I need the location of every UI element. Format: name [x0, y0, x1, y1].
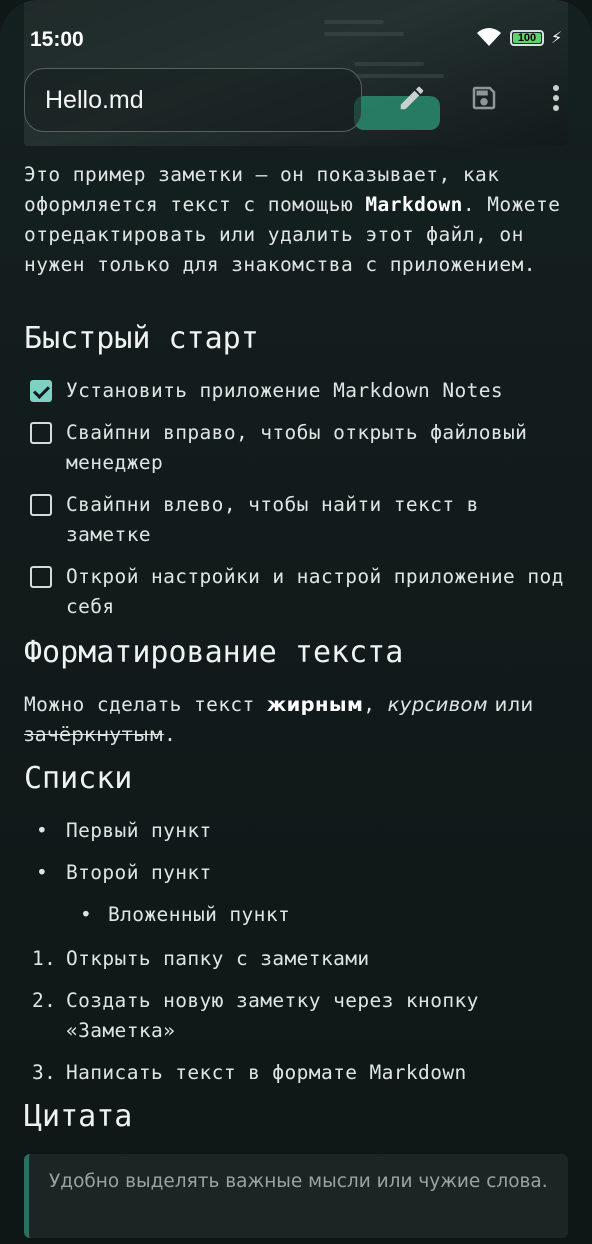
bullet-icon: • [36, 819, 49, 842]
intro-paragraph: Это пример заметки — он показывает, как … [24, 163, 561, 276]
bullet-list: • Первый пункт • Второй пункт • Вложенны… [24, 816, 570, 942]
checkbox-unchecked[interactable] [30, 566, 52, 588]
task-item: Открой настройки и настрой приложение по… [24, 562, 570, 622]
ordered-list-item: 3. Написать текст в формате Markdown [32, 1061, 467, 1084]
ordered-list: 1. Открыть папку с заметками 2. Создать … [24, 944, 570, 1100]
list-item: • Второй пункт [24, 858, 570, 900]
heading-formatting: Форматирование текста [24, 635, 404, 670]
checkbox-unchecked[interactable] [30, 422, 52, 444]
more-vert-icon[interactable] [538, 80, 574, 116]
heading-quote: Цитата [24, 1099, 133, 1134]
battery-icon: 100 [510, 30, 544, 46]
filename-text: Hello.md [45, 85, 144, 114]
checkbox-checked[interactable] [30, 380, 52, 402]
bullet-icon: • [36, 861, 49, 884]
task-text: Свайпни вправо, чтобы открыть файловый м… [66, 421, 528, 474]
ordered-list-item: 2. Создать новую заметку через кнопку «З… [32, 989, 479, 1042]
wifi-icon [477, 28, 501, 46]
formatting-paragraph: Можно сделать текст жирным, курсивом или… [24, 693, 534, 746]
task-item: Установить приложение Markdown Notes [24, 376, 570, 406]
note-content[interactable]: Это пример заметки — он показывает, как … [24, 160, 570, 1238]
charging-icon: ⚡ [551, 28, 563, 47]
app-screen: 15:00 100 ⚡ Hello.md Это пример заметки … [0, 0, 592, 1244]
strikethrough-text: зачёркнутым [24, 723, 165, 746]
blockquote: Удобно выделять важные мысли или чужие с… [24, 1154, 568, 1238]
status-bar: 15:00 100 ⚡ [0, 22, 592, 58]
bold-markdown: Markdown [365, 193, 463, 216]
nested-list-item: • Вложенный пункт [24, 900, 570, 942]
pencil-icon[interactable] [394, 80, 430, 116]
bold-text: жирным [266, 693, 364, 716]
task-text: Свайпни влево, чтобы найти текст в замет… [66, 493, 479, 546]
save-icon[interactable] [466, 80, 502, 116]
bullet-icon: • [80, 903, 93, 926]
battery-level: 100 [517, 32, 537, 44]
task-text: Установить приложение Markdown Notes [66, 379, 504, 402]
heading-lists: Списки [24, 761, 133, 796]
italic-text: курсивом [387, 693, 489, 716]
list-item: • Первый пункт [24, 816, 570, 858]
task-item: Свайпни вправо, чтобы открыть файловый м… [24, 418, 570, 478]
heading-quick-start: Быстрый старт [24, 321, 259, 356]
filename-field[interactable]: Hello.md [24, 68, 362, 132]
task-text: Открой настройки и настрой приложение по… [66, 565, 564, 618]
task-list: Установить приложение Markdown Notes Сва… [24, 376, 570, 634]
ordered-list-item: 1. Открыть папку с заметками [32, 947, 370, 970]
task-item: Свайпни влево, чтобы найти текст в замет… [24, 490, 570, 550]
status-time: 15:00 [30, 28, 84, 51]
checkbox-unchecked[interactable] [30, 494, 52, 516]
